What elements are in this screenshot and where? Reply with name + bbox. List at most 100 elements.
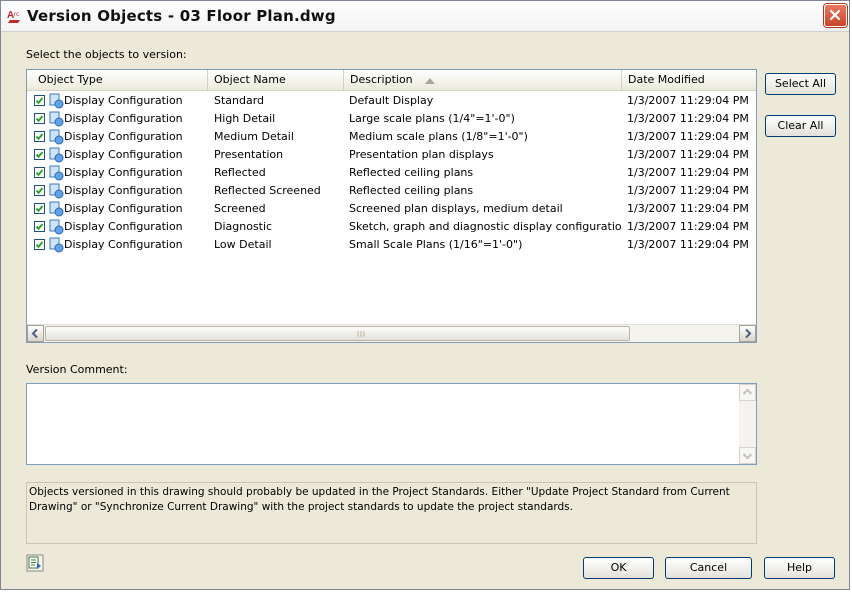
table-row[interactable]: Display Configuration Diagnostic Sketch,… [27, 218, 756, 236]
table-row[interactable]: Display Configuration High Detail Large … [27, 110, 756, 128]
row-checkbox[interactable] [34, 149, 45, 160]
scroll-thumb[interactable] [45, 326, 630, 341]
checkmark-icon [35, 187, 44, 195]
display-configuration-icon [49, 201, 64, 217]
display-configuration-icon [49, 219, 64, 235]
list-rows: Display Configuration Standard Default D… [27, 92, 756, 254]
table-row[interactable]: Display Configuration Medium Detail Medi… [27, 128, 756, 146]
table-row[interactable]: Display Configuration Low Detail Small S… [27, 236, 756, 254]
row-checkbox[interactable] [34, 203, 45, 214]
table-row[interactable]: Display Configuration Reflected Reflecte… [27, 164, 756, 182]
horizontal-scrollbar[interactable] [27, 324, 756, 342]
table-row[interactable]: Display Configuration Standard Default D… [27, 92, 756, 110]
row-checkbox[interactable] [34, 185, 45, 196]
arrow-left-icon [31, 328, 38, 339]
title-bar[interactable]: A rc Version Objects - 03 Floor Plan.dwg [1, 1, 849, 32]
checkmark-icon [35, 97, 44, 105]
checkmark-icon [35, 133, 44, 141]
cell-object-type: Display Configuration [64, 166, 183, 179]
close-button[interactable] [824, 4, 847, 27]
display-configuration-icon [49, 129, 64, 145]
cancel-button[interactable]: Cancel [665, 557, 752, 579]
cell-object-name: Reflected [214, 166, 266, 179]
arrow-right-icon [745, 328, 752, 339]
standards-icon[interactable] [26, 554, 44, 572]
cell-object-type: Display Configuration [64, 94, 183, 107]
objects-list[interactable]: Object Type Object Name Description Date… [26, 69, 757, 343]
cell-object-name: Reflected Screened [214, 184, 321, 197]
cell-date-modified: 1/3/2007 11:29:04 PM [627, 148, 749, 161]
column-label: Date Modified [628, 73, 705, 86]
table-row[interactable]: Display Configuration Screened Screened … [27, 200, 756, 218]
cell-description: Default Display [349, 94, 434, 107]
cell-object-type: Display Configuration [64, 238, 183, 251]
scroll-up-button[interactable] [739, 384, 756, 401]
cell-date-modified: 1/3/2007 11:29:04 PM [627, 202, 749, 215]
cell-date-modified: 1/3/2007 11:29:04 PM [627, 130, 749, 143]
display-configuration-icon [49, 165, 64, 181]
column-header-object-type[interactable]: Object Type [27, 70, 208, 90]
table-row[interactable]: Display Configuration Presentation Prese… [27, 146, 756, 164]
arrow-up-icon [742, 388, 753, 395]
row-checkbox[interactable] [34, 113, 45, 124]
svg-text:rc: rc [14, 12, 19, 18]
display-configuration-icon [49, 147, 64, 163]
cell-description: Large scale plans (1/4"=1'-0") [349, 112, 515, 125]
vertical-scrollbar[interactable] [739, 384, 756, 464]
cell-date-modified: 1/3/2007 11:29:04 PM [627, 112, 749, 125]
cell-date-modified: 1/3/2007 11:29:04 PM [627, 166, 749, 179]
checkmark-icon [35, 205, 44, 213]
window-title: Version Objects - 03 Floor Plan.dwg [27, 7, 336, 25]
version-comment-label: Version Comment: [26, 363, 128, 376]
list-header: Object Type Object Name Description Date… [27, 70, 756, 91]
cell-description: Reflected ceiling plans [349, 166, 474, 179]
help-button[interactable]: Help [764, 557, 835, 579]
column-label: Description [350, 73, 413, 86]
row-checkbox[interactable] [34, 95, 45, 106]
cell-object-name: Presentation [214, 148, 284, 161]
arrow-down-icon [742, 453, 753, 460]
column-header-object-name[interactable]: Object Name [208, 70, 344, 90]
cell-object-type: Display Configuration [64, 112, 183, 125]
scroll-down-button[interactable] [739, 447, 756, 464]
cell-date-modified: 1/3/2007 11:29:04 PM [627, 220, 749, 233]
row-checkbox[interactable] [34, 167, 45, 178]
table-row[interactable]: Display Configuration Reflected Screened… [27, 182, 756, 200]
row-checkbox[interactable] [34, 131, 45, 142]
column-label: Object Name [214, 73, 286, 86]
display-configuration-icon [49, 111, 64, 127]
cell-object-name: Medium Detail [214, 130, 294, 143]
checkmark-icon [35, 169, 44, 177]
column-header-date-modified[interactable]: Date Modified [622, 70, 756, 90]
clear-all-button[interactable]: Clear All [765, 115, 836, 137]
close-icon [829, 9, 841, 21]
cell-object-name: High Detail [214, 112, 276, 125]
cell-date-modified: 1/3/2007 11:29:04 PM [627, 238, 749, 251]
cell-date-modified: 1/3/2007 11:29:04 PM [627, 94, 749, 107]
cell-description: Reflected ceiling plans [349, 184, 474, 197]
cell-object-type: Display Configuration [64, 202, 183, 215]
grip-icon [357, 331, 365, 337]
autocad-architecture-icon: A rc [7, 10, 20, 23]
row-checkbox[interactable] [34, 221, 45, 232]
display-configuration-icon [49, 237, 64, 253]
version-comment-input[interactable] [26, 383, 757, 465]
row-checkbox[interactable] [34, 239, 45, 250]
column-label: Object Type [38, 73, 103, 86]
cell-object-type: Display Configuration [64, 148, 183, 161]
cell-object-type: Display Configuration [64, 130, 183, 143]
scroll-left-button[interactable] [27, 325, 44, 342]
cell-description: Small Scale Plans (1/16"=1'-0") [349, 238, 523, 251]
sort-ascending-icon [425, 78, 435, 84]
column-header-description[interactable]: Description [344, 70, 622, 90]
display-configuration-icon [49, 93, 64, 109]
cell-date-modified: 1/3/2007 11:29:04 PM [627, 184, 749, 197]
cell-description: Sketch, graph and diagnostic display con… [349, 220, 621, 233]
cell-object-name: Low Detail [214, 238, 272, 251]
cell-description: Screened plan displays, medium detail [349, 202, 563, 215]
scroll-right-button[interactable] [739, 325, 756, 342]
ok-button[interactable]: OK [583, 557, 654, 579]
cell-object-type: Display Configuration [64, 184, 183, 197]
checkmark-icon [35, 151, 44, 159]
select-all-button[interactable]: Select All [765, 73, 836, 95]
